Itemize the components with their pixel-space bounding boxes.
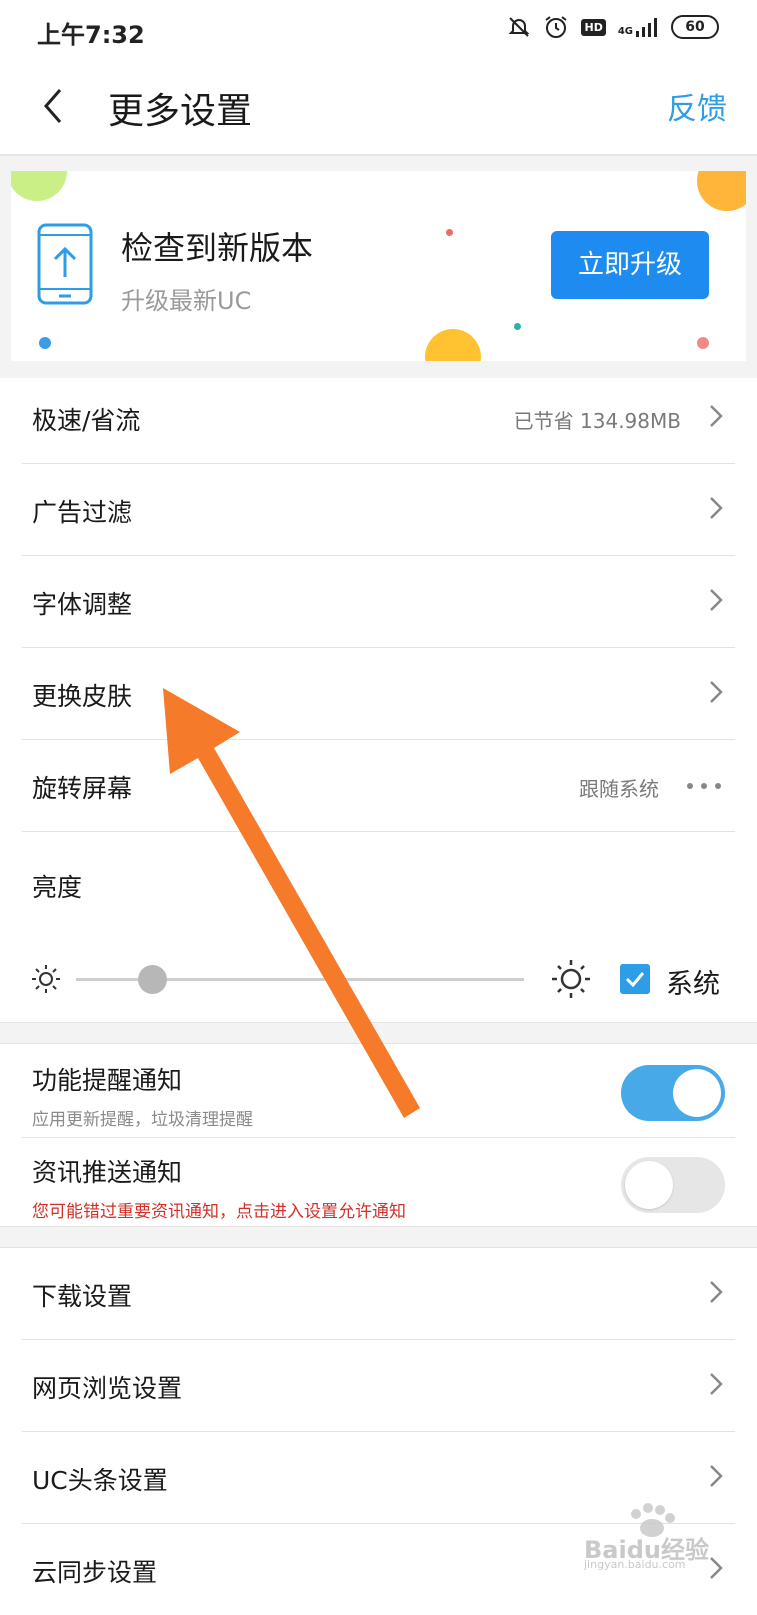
network-type: 4G [617, 26, 633, 37]
notif-title: 资讯推送通知 [32, 1158, 183, 1187]
setting-row-ad-filter[interactable]: 广告过滤 [22, 463, 735, 556]
brightness-label: 亮度 [32, 873, 83, 902]
upgrade-banner[interactable]: 检查到新版本 升级最新UC 立即升级 [11, 171, 746, 361]
row-label: 下载设置 [32, 1282, 133, 1311]
decor-circle [425, 329, 481, 361]
section-divider [0, 1226, 757, 1248]
battery-icon: 60 [671, 15, 719, 39]
chevron-right-icon [710, 497, 723, 519]
chevron-right-icon [710, 589, 723, 611]
status-bar: 上午7:32 HD 4G 60 [0, 0, 757, 62]
decor-circle [697, 171, 746, 211]
decor-circle [11, 171, 67, 201]
system-brightness-checkbox[interactable] [620, 964, 650, 994]
app-bar: 更多设置 反馈 [0, 62, 757, 156]
row-label: 极速/省流 [32, 406, 141, 435]
more-dots-icon [687, 783, 721, 789]
setting-row-download[interactable]: 下载设置 [22, 1247, 735, 1340]
setting-row-speed-saving[interactable]: 极速/省流 已节省 134.98MB [22, 371, 735, 464]
setting-row-web-browsing[interactable]: 网页浏览设置 [22, 1339, 735, 1432]
signal-icon: 4G [618, 17, 659, 37]
status-icons: HD 4G 60 [507, 14, 719, 40]
phone-upgrade-icon [37, 223, 93, 305]
alarm-clock-icon [545, 16, 568, 38]
decor-dot [446, 229, 453, 236]
notif-row-news-push[interactable]: 资讯推送通知 您可能错过重要资讯通知，点击进入设置允许通知 [22, 1135, 735, 1229]
sun-large-icon [552, 960, 590, 998]
setting-row-change-skin[interactable]: 更换皮肤 [22, 647, 735, 740]
upgrade-now-button[interactable]: 立即升级 [551, 231, 709, 299]
notif-subtitle: 应用更新提醒，垃圾清理提醒 [32, 1110, 253, 1130]
mute-bell-icon [509, 17, 530, 37]
upgrade-banner-area: 检查到新版本 升级最新UC 立即升级 [0, 156, 757, 378]
feedback-button[interactable]: 反馈 [667, 84, 727, 128]
setting-row-font-size[interactable]: 字体调整 [22, 555, 735, 648]
baidu-watermark: Baidu经验 jingyan.baidu.com [580, 1500, 730, 1571]
notif-row-feature-reminder[interactable]: 功能提醒通知 应用更新提醒，垃圾清理提醒 [22, 1043, 735, 1138]
row-label: 旋转屏幕 [32, 774, 133, 803]
setting-row-rotate-screen[interactable]: 旋转屏幕 跟随系统 [22, 739, 735, 832]
feature-reminder-toggle[interactable] [621, 1065, 725, 1121]
decor-dot [39, 337, 51, 349]
system-checkbox-label: 系统 [666, 969, 720, 1000]
sun-small-icon [32, 965, 60, 993]
back-arrow-icon[interactable] [38, 84, 68, 128]
notif-title: 功能提醒通知 [32, 1066, 183, 1095]
chevron-right-icon [710, 1373, 723, 1395]
chevron-right-icon [710, 1281, 723, 1303]
chevron-right-icon [710, 405, 723, 427]
chevron-right-icon [710, 1465, 723, 1487]
row-label: 更换皮肤 [32, 682, 133, 711]
rotate-value: 跟随系统 [579, 777, 659, 801]
data-saved-value: 已节省 134.98MB [513, 409, 681, 433]
row-label: 网页浏览设置 [32, 1374, 183, 1403]
notif-warning[interactable]: 您可能错过重要资讯通知，点击进入设置允许通知 [32, 1197, 406, 1222]
news-push-toggle[interactable] [621, 1157, 725, 1213]
decor-dot [697, 337, 709, 349]
row-label: 字体调整 [32, 590, 133, 619]
banner-subtitle: 升级最新UC [121, 287, 252, 315]
brightness-slider-thumb[interactable] [138, 965, 168, 994]
checkmark-icon [625, 972, 645, 988]
row-label: 广告过滤 [32, 498, 133, 527]
chevron-right-icon [710, 681, 723, 703]
watermark-subtext: jingyan.baidu.com [584, 1558, 686, 1571]
page-title: 更多设置 [108, 91, 253, 132]
row-label: UC头条设置 [32, 1466, 168, 1495]
hd-icon: HD [581, 18, 606, 36]
decor-dot [514, 323, 521, 330]
section-divider [0, 1022, 757, 1044]
status-time: 上午7:32 [37, 21, 145, 49]
banner-title: 检查到新版本 [121, 229, 314, 267]
row-label: 云同步设置 [32, 1558, 158, 1587]
